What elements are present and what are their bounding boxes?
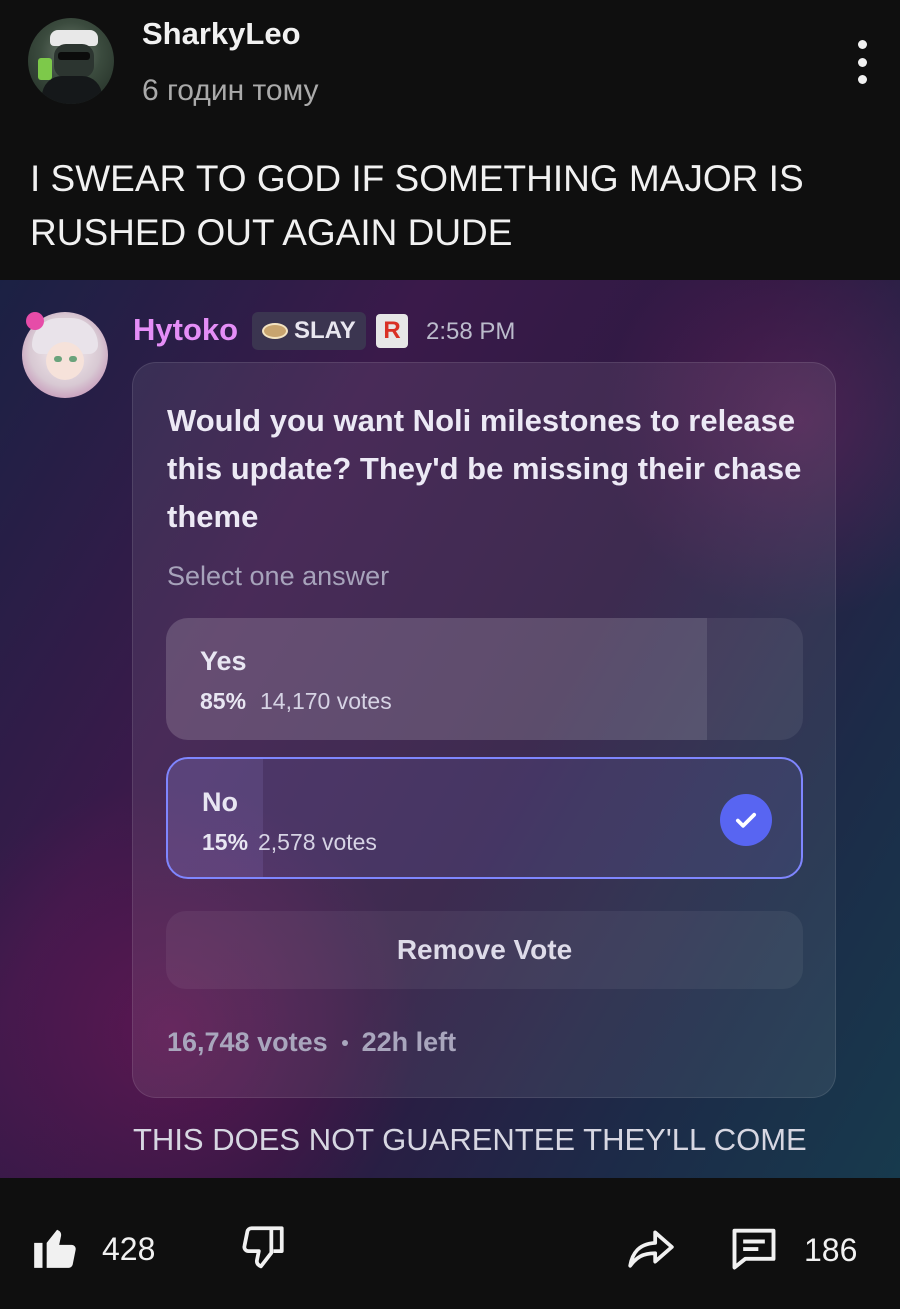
- like-button[interactable]: 428: [30, 1222, 155, 1277]
- poster-name: Hytoko: [133, 312, 239, 347]
- poll-option-fill: [168, 759, 263, 877]
- remove-vote-button[interactable]: Remove Vote: [166, 911, 803, 989]
- comments-button[interactable]: 186: [726, 1222, 857, 1279]
- roblox-icon: R: [376, 314, 408, 348]
- poll-option-votes: 14,170 votes: [260, 688, 392, 714]
- message-time: 2:58 PM: [426, 318, 516, 345]
- post-image[interactable]: Hytoko SLAY R 2:58 PM Would you want Nol…: [0, 280, 900, 1178]
- poll-option-fill: [166, 618, 708, 740]
- guild-tag: SLAY: [252, 312, 366, 350]
- poll-option-percent: 15%: [202, 829, 249, 855]
- guild-tag-label: SLAY: [294, 317, 356, 344]
- post-text: I SWEAR TO GOD IF SOMETHING MAJOR IS RUS…: [30, 158, 804, 253]
- poll-option-label: No: [202, 787, 238, 817]
- potato-icon: [262, 323, 288, 339]
- comments-icon: [726, 1222, 782, 1279]
- poll-option-yes[interactable]: Yes 85% 14,170 votes: [166, 618, 803, 740]
- dislike-icon: [238, 1222, 288, 1277]
- poll-card: Would you want Noli milestones to releas…: [132, 362, 836, 1098]
- poll-footer: 16,748 votes 22h left: [167, 1027, 456, 1058]
- checkmark-icon: [720, 794, 772, 846]
- poll-option-no[interactable]: No 15% 2,578 votes: [166, 757, 803, 879]
- poll-option-label: Yes: [200, 646, 247, 676]
- like-count: 428: [102, 1231, 156, 1267]
- poll-time-left: 22h left: [361, 1027, 457, 1057]
- poll-total-votes: 16,748 votes: [167, 1027, 328, 1057]
- dislike-button[interactable]: [238, 1222, 288, 1277]
- message-caption: THIS DOES NOT GUARENTEE THEY'LL COME: [133, 1122, 807, 1157]
- poster-avatar: [22, 312, 108, 398]
- separator-dot: [341, 1039, 348, 1046]
- share-button[interactable]: [624, 1222, 678, 1277]
- poll-option-percent: 85%: [200, 688, 247, 714]
- action-bar: 428 186: [0, 1178, 900, 1309]
- poll-option-votes: 2,578 votes: [258, 829, 377, 855]
- post-timestamp: 6 годин тому: [142, 74, 319, 107]
- comment-count: 186: [804, 1232, 858, 1268]
- poll-hint: Select one answer: [167, 561, 390, 591]
- author-name[interactable]: SharkyLeo: [142, 16, 301, 52]
- post-header: SharkyLeo 6 годин тому I SWEAR TO GOD IF…: [0, 0, 900, 280]
- author-avatar[interactable]: [28, 18, 114, 104]
- like-icon: [30, 1222, 80, 1277]
- poll-question: Would you want Noli milestones to releas…: [167, 403, 802, 534]
- share-icon: [624, 1222, 678, 1277]
- more-options-icon[interactable]: [848, 40, 876, 84]
